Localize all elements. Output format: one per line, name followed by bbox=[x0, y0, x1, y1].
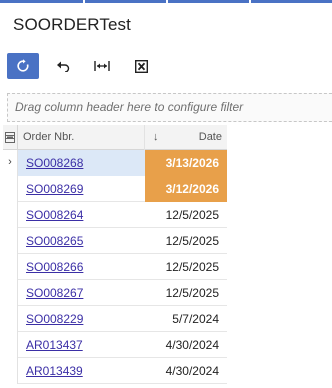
refresh-icon bbox=[17, 59, 29, 72]
table-row[interactable]: SO008266 12/5/2025 bbox=[3, 254, 227, 280]
sort-descending-icon: ↓ bbox=[153, 131, 159, 143]
table-row[interactable]: SO008269 3/12/2026 bbox=[3, 176, 227, 202]
order-nbr-cell: SO008267 bbox=[18, 280, 145, 306]
order-link[interactable]: SO008265 bbox=[26, 234, 83, 248]
date-cell: 3/12/2026 bbox=[145, 176, 227, 202]
filter-drop-zone[interactable]: Drag column header here to configure fil… bbox=[7, 93, 332, 122]
row-selector[interactable] bbox=[3, 332, 18, 358]
undo-icon bbox=[56, 61, 69, 72]
filter-hint: Drag column header here to configure fil… bbox=[15, 100, 244, 114]
top-strip-divider bbox=[166, 0, 168, 3]
date-cell: 12/5/2025 bbox=[165, 234, 219, 248]
table-row[interactable]: AR013437 4/30/2024 bbox=[3, 332, 227, 358]
row-selector[interactable] bbox=[3, 280, 18, 306]
date-cell: 3/13/2026 bbox=[145, 150, 227, 176]
order-nbr-cell: SO008269 bbox=[18, 176, 145, 202]
order-link[interactable]: SO008268 bbox=[26, 156, 83, 170]
date-cell: 12/5/2025 bbox=[165, 260, 219, 274]
top-strip-divider bbox=[249, 0, 251, 3]
order-link[interactable]: AR013437 bbox=[26, 338, 83, 352]
column-header-date-label: Date bbox=[198, 131, 222, 143]
table-row[interactable]: SO008265 12/5/2025 bbox=[3, 228, 227, 254]
fit-width-icon bbox=[94, 61, 110, 71]
active-row-indicator[interactable]: › bbox=[3, 150, 18, 176]
order-link[interactable]: AR013439 bbox=[26, 364, 83, 378]
grid-header: Order Nbr. ↓ Date bbox=[3, 125, 227, 150]
order-link[interactable]: SO008269 bbox=[26, 182, 83, 196]
order-nbr-cell: AR013437 bbox=[18, 332, 145, 358]
top-accent-strip bbox=[0, 0, 332, 3]
page-title: SOORDERTest bbox=[13, 15, 131, 34]
order-nbr-cell: SO008229 bbox=[18, 306, 145, 332]
date-cell: 12/5/2025 bbox=[165, 286, 219, 300]
column-header-date[interactable]: ↓ Date bbox=[145, 125, 227, 150]
table-row[interactable]: SO008264 12/5/2025 bbox=[3, 202, 227, 228]
row-selector[interactable] bbox=[3, 176, 18, 202]
column-header-order-nbr[interactable]: Order Nbr. bbox=[18, 125, 145, 150]
date-cell: 4/30/2024 bbox=[165, 338, 219, 352]
order-nbr-cell: SO008268 bbox=[18, 150, 145, 176]
order-nbr-cell: SO008265 bbox=[18, 228, 145, 254]
table-row[interactable]: AR013439 4/30/2024 bbox=[3, 358, 227, 384]
export-to-excel-button[interactable] bbox=[125, 53, 157, 79]
row-selector-header[interactable] bbox=[3, 125, 18, 150]
table-row[interactable]: › SO008268 3/13/2026 bbox=[3, 150, 227, 176]
order-nbr-cell: SO008266 bbox=[18, 254, 145, 280]
order-link[interactable]: SO008266 bbox=[26, 260, 83, 274]
undo-button[interactable] bbox=[47, 53, 79, 79]
table-row[interactable]: SO008229 5/7/2024 bbox=[3, 306, 227, 332]
order-link[interactable]: SO008264 bbox=[26, 208, 83, 222]
grid-settings-icon bbox=[5, 132, 15, 143]
order-nbr-cell: SO008264 bbox=[18, 202, 145, 228]
date-cell: 4/30/2024 bbox=[165, 364, 219, 378]
row-selector[interactable] bbox=[3, 306, 18, 332]
date-cell: 5/7/2024 bbox=[172, 312, 219, 326]
top-strip-divider bbox=[83, 0, 85, 3]
refresh-button[interactable] bbox=[7, 53, 39, 79]
fit-to-width-button[interactable] bbox=[86, 53, 118, 79]
order-link[interactable]: SO008229 bbox=[26, 312, 83, 326]
order-nbr-cell: AR013439 bbox=[18, 358, 145, 384]
row-selector[interactable] bbox=[3, 202, 18, 228]
date-cell: 12/5/2025 bbox=[165, 208, 219, 222]
row-selector[interactable] bbox=[3, 254, 18, 280]
table-row[interactable]: SO008267 12/5/2025 bbox=[3, 280, 227, 306]
row-selector[interactable] bbox=[3, 358, 18, 384]
excel-export-icon bbox=[134, 59, 148, 73]
row-selector[interactable] bbox=[3, 228, 18, 254]
order-link[interactable]: SO008267 bbox=[26, 286, 83, 300]
